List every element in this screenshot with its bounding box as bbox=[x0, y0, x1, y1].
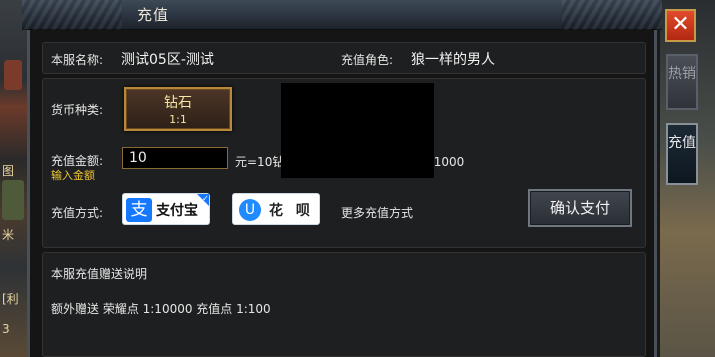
huabei-button[interactable]: U 花 呗 bbox=[232, 193, 320, 225]
tab-recharge[interactable]: 充值 bbox=[666, 123, 698, 185]
currency-option-ratio: 1:1 bbox=[169, 113, 187, 126]
game-side-text: 图 bbox=[2, 164, 15, 178]
huabei-icon: U bbox=[239, 199, 261, 221]
game-scenery bbox=[2, 180, 24, 220]
server-name-label: 本服名称: bbox=[51, 53, 104, 67]
role-value: 狼一样的男人 bbox=[411, 52, 495, 68]
selected-check-icon: ✓ bbox=[197, 194, 209, 206]
confirm-payment-button[interactable]: 确认支付 bbox=[528, 189, 632, 227]
alipay-button[interactable]: 支 支付宝 ✓ bbox=[122, 193, 210, 225]
amount-input[interactable] bbox=[122, 147, 228, 169]
title-ornament bbox=[562, 0, 662, 30]
game-side-text: 3 bbox=[2, 322, 10, 336]
tab-hot-sale[interactable]: 热销 bbox=[666, 54, 698, 110]
role-label: 充值角色: bbox=[341, 53, 394, 67]
payment-method-label: 充值方式: bbox=[51, 206, 104, 220]
game-side-text: 米 bbox=[2, 228, 15, 242]
game-scenery bbox=[4, 60, 22, 90]
server-info-box: 本服名称: 测试05区-测试 充值角色: 狼一样的男人 bbox=[42, 42, 646, 74]
amount-hint: 输入金额 bbox=[51, 169, 95, 182]
more-payment-link[interactable]: 更多充值方式 bbox=[341, 204, 413, 221]
currency-option-name: 钻石 bbox=[164, 95, 192, 111]
recharge-panel: 本服名称: 测试05区-测试 充值角色: 狼一样的男人 货币种类: 充值金额: … bbox=[27, 30, 657, 357]
title-ornament bbox=[22, 0, 122, 30]
window-title: 充值 bbox=[137, 6, 170, 24]
game-background-left: 图 米 [利 3 bbox=[0, 0, 30, 357]
currency-option-diamond[interactable]: 钻石 1:1 bbox=[124, 87, 232, 131]
game-side-text: [利 bbox=[2, 292, 19, 306]
qr-code-area bbox=[281, 83, 434, 178]
bonus-title: 本服充值赠送说明 bbox=[51, 267, 148, 281]
close-button[interactable]: ✕ bbox=[665, 9, 696, 42]
alipay-icon: 支 bbox=[126, 198, 152, 222]
server-name-value: 测试05区-测试 bbox=[121, 52, 214, 68]
alipay-label: 支付宝 bbox=[156, 203, 198, 219]
bonus-info-box: 本服充值赠送说明 额外赠送 荣耀点 1:10000 充值点 1:100 bbox=[42, 252, 646, 357]
window-title-bar: 充值 bbox=[22, 0, 662, 30]
huabei-label: 花 呗 bbox=[269, 203, 314, 219]
currency-label: 货币种类: bbox=[51, 103, 104, 117]
bonus-detail: 额外赠送 荣耀点 1:10000 充值点 1:100 bbox=[51, 302, 271, 316]
